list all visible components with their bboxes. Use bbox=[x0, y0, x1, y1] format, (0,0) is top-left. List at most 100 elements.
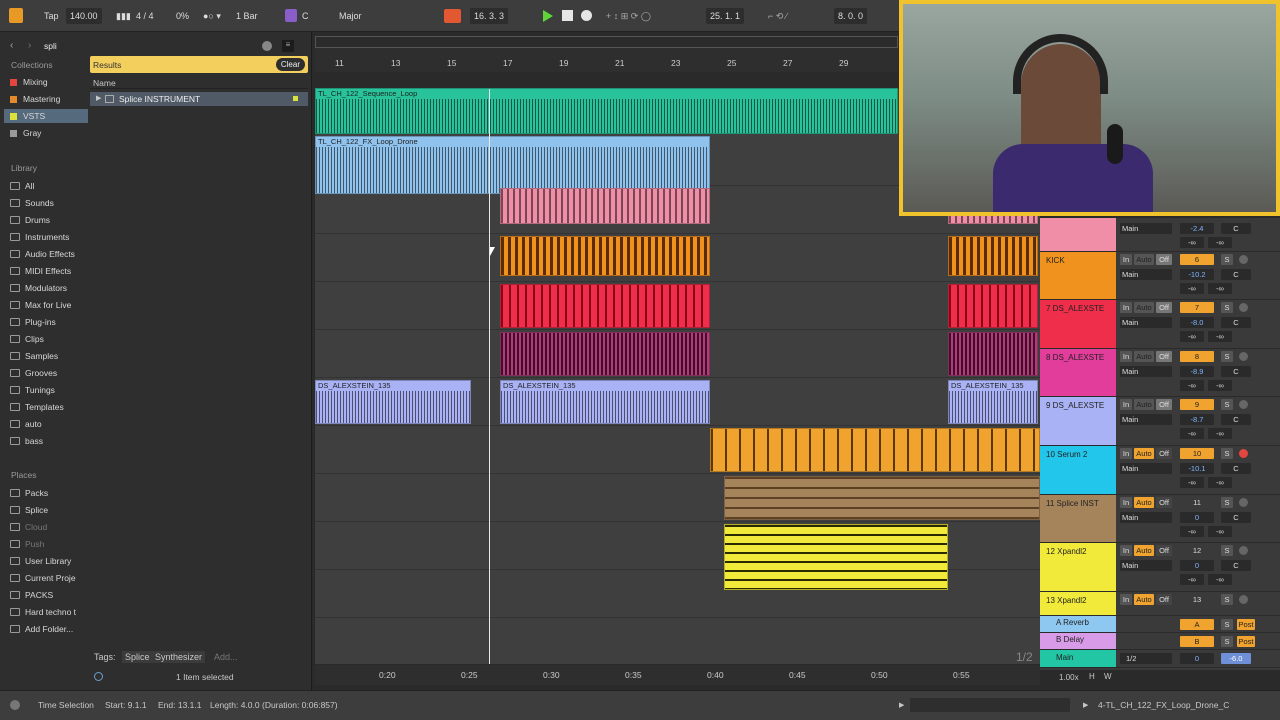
off-button[interactable]: Off bbox=[1156, 302, 1172, 313]
play-clip-icon[interactable]: ▶ bbox=[899, 701, 904, 709]
send-b[interactable]: -∞ bbox=[1208, 331, 1232, 342]
library-item[interactable]: MIDI Effects bbox=[10, 264, 71, 278]
library-item[interactable]: Samples bbox=[10, 349, 58, 363]
send-b[interactable]: -∞ bbox=[1208, 237, 1232, 248]
places-item[interactable]: Splice bbox=[10, 503, 48, 517]
expand-arrow-icon[interactable]: ▶ bbox=[96, 94, 101, 102]
track-number[interactable]: 6 bbox=[1180, 254, 1214, 265]
overview-strip[interactable] bbox=[315, 36, 898, 48]
auto-button[interactable]: Auto bbox=[1134, 254, 1154, 265]
arm-icon[interactable] bbox=[1239, 498, 1248, 507]
loop-start[interactable]: 25. 1. 1 bbox=[706, 8, 745, 24]
record-icon[interactable] bbox=[581, 10, 592, 21]
solo-button[interactable]: S bbox=[1221, 254, 1233, 265]
clip[interactable] bbox=[500, 236, 710, 276]
send-b[interactable]: -∞ bbox=[1208, 477, 1232, 488]
track-number[interactable]: 10 bbox=[1180, 448, 1214, 459]
loop-tools-icon[interactable]: ⌐ ⟲ ∕ bbox=[768, 8, 787, 24]
main-ratio[interactable]: 1/2 bbox=[1120, 653, 1172, 664]
send-a[interactable]: -∞ bbox=[1180, 380, 1204, 391]
filter-icon[interactable]: ≡ bbox=[282, 40, 294, 52]
library-item[interactable]: Max for Live bbox=[10, 298, 71, 312]
auto-button[interactable]: Auto bbox=[1134, 351, 1154, 362]
solo-button[interactable]: S bbox=[1221, 619, 1233, 630]
places-item[interactable]: Current Proje bbox=[10, 571, 76, 585]
arm-icon[interactable] bbox=[1239, 400, 1248, 409]
library-item[interactable]: Audio Effects bbox=[10, 247, 75, 261]
solo-button[interactable]: S bbox=[1221, 302, 1233, 313]
post-button[interactable]: Post bbox=[1237, 619, 1255, 630]
clip-play-icon[interactable]: ▶ bbox=[1083, 701, 1088, 709]
library-item[interactable]: Grooves bbox=[10, 366, 57, 380]
clip[interactable] bbox=[948, 284, 1038, 328]
output-select[interactable]: Main bbox=[1120, 223, 1172, 234]
input-button[interactable]: In bbox=[1120, 302, 1132, 313]
arm-icon[interactable] bbox=[1239, 303, 1248, 312]
solo-button[interactable]: S bbox=[1221, 497, 1233, 508]
return-header[interactable]: B Delay bbox=[1040, 633, 1116, 649]
solo-button[interactable]: S bbox=[1221, 636, 1233, 647]
return-letter[interactable]: B bbox=[1180, 636, 1214, 647]
volume-field[interactable]: -8.9 bbox=[1180, 366, 1214, 377]
off-button[interactable]: Off bbox=[1156, 545, 1172, 556]
send-a[interactable]: -∞ bbox=[1180, 477, 1204, 488]
arm-icon[interactable] bbox=[1239, 255, 1248, 264]
library-item[interactable]: auto bbox=[10, 417, 42, 431]
clip[interactable] bbox=[724, 476, 1040, 520]
solo-button[interactable]: S bbox=[1221, 399, 1233, 410]
library-item[interactable]: Templates bbox=[10, 400, 64, 414]
input-button[interactable]: In bbox=[1120, 448, 1132, 459]
clip[interactable]: TL_CH_122_FX_Loop_Drone bbox=[315, 136, 710, 194]
help-icon[interactable] bbox=[94, 672, 103, 681]
track-header[interactable]: 8 DS_ALEXSTE bbox=[1040, 349, 1116, 396]
library-item[interactable]: Clips bbox=[10, 332, 44, 346]
auto-button[interactable]: Auto bbox=[1134, 399, 1154, 410]
return-header[interactable]: A Reverb bbox=[1040, 616, 1116, 632]
library-item[interactable]: Sounds bbox=[10, 196, 54, 210]
clip[interactable] bbox=[948, 236, 1038, 276]
output-select[interactable]: Main bbox=[1120, 366, 1172, 377]
auto-button[interactable]: Auto bbox=[1134, 594, 1154, 605]
song-position[interactable]: 16. 3. 3 bbox=[470, 8, 509, 24]
send-b[interactable]: -∞ bbox=[1208, 574, 1232, 585]
input-button[interactable]: In bbox=[1120, 545, 1132, 556]
track-number[interactable]: 8 bbox=[1180, 351, 1214, 362]
track-number[interactable]: 7 bbox=[1180, 302, 1214, 313]
tag-splice[interactable]: Splice bbox=[122, 651, 153, 663]
clip[interactable] bbox=[948, 332, 1038, 376]
track-header[interactable]: KICK bbox=[1040, 252, 1116, 299]
loop-length[interactable]: 8. 0. 0 bbox=[834, 8, 868, 24]
volume-field[interactable]: -10.2 bbox=[1180, 269, 1214, 280]
output-select[interactable]: Main bbox=[1120, 414, 1172, 425]
library-item[interactable]: Tunings bbox=[10, 383, 55, 397]
auto-button[interactable]: Auto bbox=[1134, 302, 1154, 313]
play-icon[interactable] bbox=[543, 10, 553, 22]
send-a[interactable]: -∞ bbox=[1180, 331, 1204, 342]
metronome-icon[interactable]: ▮▮▮ bbox=[116, 8, 131, 24]
send-b[interactable]: -∞ bbox=[1208, 380, 1232, 391]
arm-icon[interactable] bbox=[1239, 546, 1248, 555]
stop-icon[interactable] bbox=[562, 10, 573, 21]
clip[interactable] bbox=[500, 188, 710, 224]
input-button[interactable]: In bbox=[1120, 399, 1132, 410]
auto-button[interactable]: Auto bbox=[1134, 448, 1154, 459]
input-button[interactable]: In bbox=[1120, 351, 1132, 362]
track-header[interactable]: 9 DS_ALEXSTE bbox=[1040, 397, 1116, 445]
auto-button[interactable]: Auto bbox=[1134, 497, 1154, 508]
output-select[interactable]: Main bbox=[1120, 463, 1172, 474]
volume-field[interactable]: 0 bbox=[1180, 512, 1214, 523]
off-button[interactable]: Off bbox=[1156, 448, 1172, 459]
forward-icon[interactable]: › bbox=[28, 40, 31, 51]
main-volume[interactable]: 0 bbox=[1180, 653, 1214, 664]
mini-clip-overview[interactable] bbox=[910, 698, 1070, 712]
send-a[interactable]: -∞ bbox=[1180, 574, 1204, 585]
pan-field[interactable]: C bbox=[1221, 317, 1251, 328]
send-b[interactable]: -∞ bbox=[1208, 283, 1232, 294]
output-select[interactable]: Main bbox=[1120, 512, 1172, 523]
arm-icon[interactable] bbox=[1239, 595, 1248, 604]
off-button[interactable]: Off bbox=[1156, 497, 1172, 508]
follow-button[interactable] bbox=[444, 9, 461, 23]
key-icon[interactable] bbox=[285, 9, 297, 22]
track-header[interactable]: 12 Xpandl2 bbox=[1040, 543, 1116, 591]
track-header[interactable]: 13 Xpandl2 bbox=[1040, 592, 1116, 615]
